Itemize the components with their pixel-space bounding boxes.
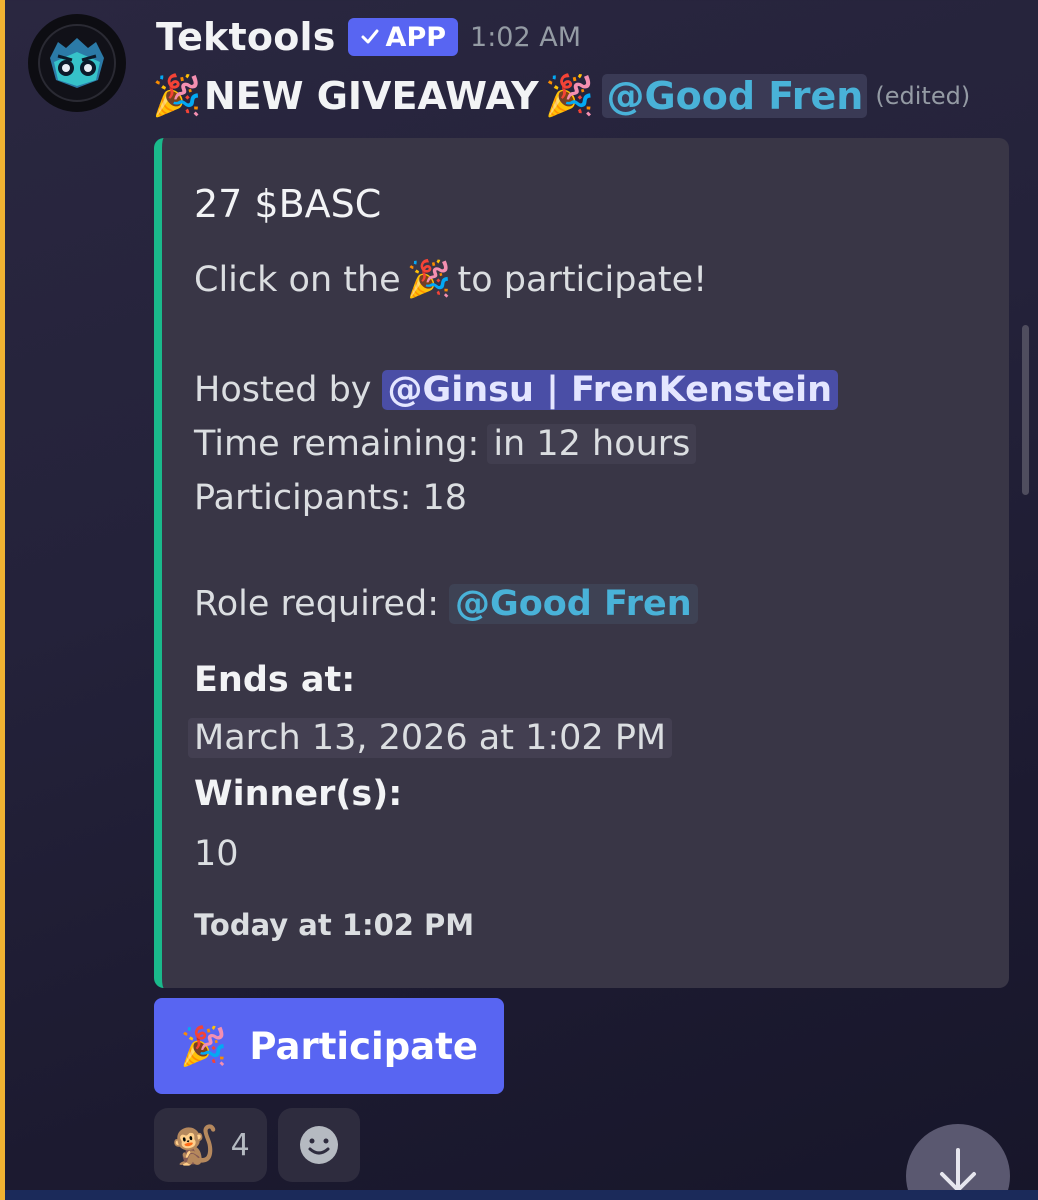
role-mention[interactable]: @Good Fren bbox=[448, 584, 698, 624]
role-required-row: Role required: @Good Fren bbox=[194, 584, 698, 624]
monkey-emoji-icon: 🐒 bbox=[171, 1122, 219, 1167]
party-popper-icon: 🎉 bbox=[180, 1024, 228, 1068]
arrow-down-icon bbox=[940, 1148, 976, 1192]
bottom-edge bbox=[5, 1190, 1038, 1200]
giveaway-embed: 27 $BASC Click on the 🎉 to participate! … bbox=[154, 138, 1009, 988]
winners-label: Winner(s): bbox=[194, 774, 403, 814]
giveaway-heading: NEW GIVEAWAY bbox=[203, 74, 539, 118]
app-badge: APP bbox=[347, 18, 459, 56]
participate-button-label: Participate bbox=[249, 1024, 478, 1068]
app-badge-label: APP bbox=[385, 21, 447, 53]
author-name[interactable]: Tektools bbox=[156, 15, 336, 59]
hosted-by-row: Hosted by @Ginsu | FrenKenstein bbox=[194, 370, 839, 410]
message-header: Tektools APP 1:02 AM bbox=[156, 12, 581, 62]
time-remaining-value[interactable]: in 12 hours bbox=[487, 424, 697, 464]
ends-at-label: Ends at: bbox=[194, 660, 356, 700]
checkmark-icon bbox=[361, 29, 379, 44]
party-popper-icon: 🎉 bbox=[544, 73, 595, 119]
role-required-label: Role required: bbox=[194, 584, 439, 624]
add-reaction-button[interactable] bbox=[278, 1108, 360, 1182]
ends-at-value[interactable]: March 13, 2026 at 1:02 PM bbox=[188, 718, 673, 758]
party-popper-icon: 🎉 bbox=[152, 73, 202, 119]
embed-footer-timestamp: Today at 1:02 PM bbox=[194, 908, 475, 942]
party-popper-icon: 🎉 bbox=[406, 259, 452, 300]
participate-button[interactable]: 🎉 Participate bbox=[154, 998, 504, 1094]
participate-instruction: Click on the 🎉 to participate! bbox=[194, 260, 707, 300]
smiley-add-reaction-icon bbox=[300, 1126, 338, 1164]
winners-value: 10 bbox=[194, 834, 239, 874]
jump-to-bottom-button[interactable] bbox=[906, 1124, 1010, 1200]
role-mention[interactable]: @Good Fren bbox=[602, 74, 868, 118]
reaction-count: 4 bbox=[230, 1127, 250, 1163]
instruction-prefix: Click on the bbox=[194, 260, 401, 300]
hosted-by-label: Hosted by bbox=[194, 370, 372, 410]
author-avatar[interactable] bbox=[28, 14, 126, 112]
participants-count: Participants: 18 bbox=[194, 478, 468, 518]
host-mention[interactable]: @Ginsu | FrenKenstein bbox=[381, 370, 839, 410]
message-timestamp[interactable]: 1:02 AM bbox=[470, 22, 581, 53]
message-highlight-bar bbox=[0, 0, 5, 1200]
embed-title: 27 $BASC bbox=[194, 182, 382, 226]
reaction-monkey[interactable]: 🐒 4 bbox=[154, 1108, 267, 1182]
instruction-suffix: to participate! bbox=[457, 260, 708, 300]
time-remaining-row: Time remaining: in 12 hours bbox=[194, 424, 697, 464]
ends-at-row: March 13, 2026 at 1:02 PM bbox=[188, 718, 673, 758]
owl-avatar-icon bbox=[38, 24, 116, 102]
message-content: 🎉 NEW GIVEAWAY 🎉 @Good Fren (edited) bbox=[152, 66, 970, 126]
time-remaining-label: Time remaining: bbox=[194, 424, 480, 464]
edited-label: (edited) bbox=[875, 82, 971, 110]
scrollbar-thumb[interactable] bbox=[1022, 325, 1029, 495]
